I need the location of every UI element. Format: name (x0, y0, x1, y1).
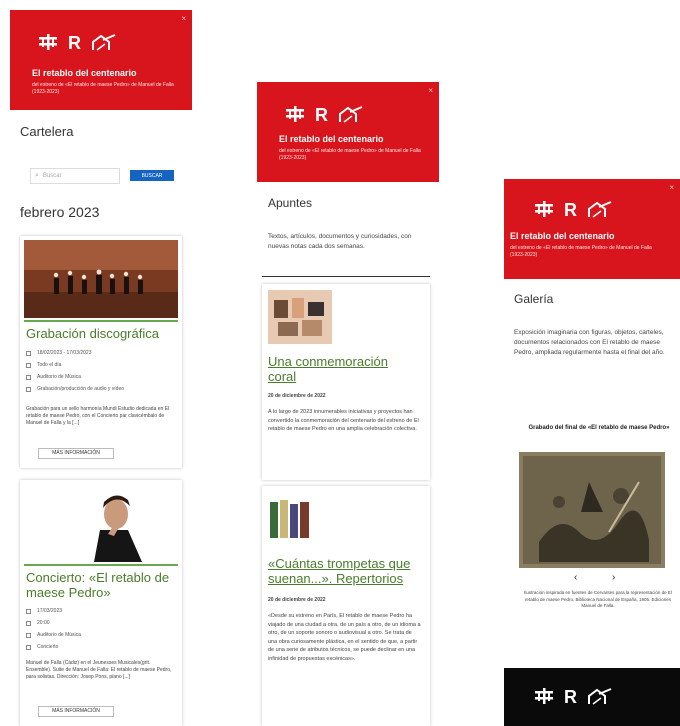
event-card[interactable]: Grabación discográfica 18/02/2023 - 17/0… (20, 236, 182, 468)
meta-time: Todo el día (26, 362, 61, 368)
orchestra-photo (24, 240, 178, 318)
meta-text: Grabación/producción de audio y vídeo (37, 386, 125, 392)
location-icon (26, 374, 31, 380)
meta-text: 17/03/2023 (37, 608, 63, 614)
house-logo-icon (92, 34, 116, 51)
search-button[interactable]: BUSCAR (130, 170, 174, 181)
article-body: «Desde su estreno en París, El retablo d… (268, 613, 421, 662)
green-rule (24, 564, 178, 566)
clock-icon (26, 362, 31, 368)
article-thumbnail (270, 500, 309, 538)
calendar-icon (26, 608, 31, 614)
meta-text: Concierto (37, 644, 59, 650)
gallery-prev-icon[interactable]: ‹ (574, 572, 577, 583)
meta-time: 20:00 (26, 620, 50, 626)
figure-title: Grabado del final de «El retablo de maes… (528, 425, 670, 431)
house-logo-icon (339, 106, 363, 123)
apuntes-heading: Apuntes (268, 196, 313, 210)
banner-title: El retablo del centenario (279, 134, 384, 144)
calendar-icon (26, 350, 31, 356)
galeria-intro: Exposición imaginaria con figuras, objet… (514, 329, 665, 356)
banner-subtitle: del estreno de «El retablo de maese Pedr… (279, 148, 421, 161)
institution-logo-icon (535, 201, 553, 217)
institution-logo-icon (39, 34, 57, 50)
banner-logos: R (285, 104, 364, 124)
card-title[interactable]: Concierto: «El retablo de maese Pedro» (26, 570, 176, 600)
more-info-button[interactable]: MÁS INFORMACIÓN (38, 448, 114, 459)
engraving-image[interactable] (519, 452, 665, 568)
meta-text: 20:00 (37, 620, 50, 626)
card-description: Manuel de Falla (Cádiz) en el Jeunesses … (26, 660, 172, 680)
banner-subtitle: del estreno de «El retablo de maese Pedr… (32, 82, 174, 95)
logo-letter: R (68, 33, 81, 53)
meta-text: Auditorio de Música (37, 632, 81, 638)
article-title[interactable]: Una conmemoración coral (268, 354, 408, 384)
article-card[interactable]: «Cuántas trompetas que suenan...». Reper… (262, 486, 430, 726)
meta-venue: Auditorio de Música (26, 374, 81, 380)
footer-logos: R (534, 686, 613, 706)
banner-subtitle: del estreno de «El retablo de maese Pedr… (510, 245, 652, 258)
article-date: 20 de diciembre de 2022 (268, 393, 326, 399)
logo-letter: R (564, 687, 577, 707)
cartelera-heading: Cartelera (20, 124, 74, 139)
card-title[interactable]: Grabación discográfica (26, 326, 176, 341)
banner-close-icon[interactable]: × (181, 14, 186, 23)
apuntes-intro: Textos, artículos, documentos y curiosid… (268, 233, 412, 250)
meta-venue: Auditorio de Música (26, 632, 81, 638)
banner-close-icon[interactable]: × (428, 86, 433, 95)
figure-caption: Ilustración inspirada en fuentes de Cerv… (524, 590, 672, 608)
article-body: A lo largo de 2023 innumerables iniciati… (268, 409, 419, 432)
divider (262, 276, 430, 277)
article-date: 20 de diciembre de 2022 (268, 597, 326, 603)
house-logo-icon (588, 201, 612, 218)
logo-letter: R (315, 105, 328, 125)
article-title[interactable]: «Cuántas trompetas que suenan...». Reper… (268, 556, 424, 586)
search-input[interactable]: ⌕ Buscar (30, 168, 120, 184)
month-heading: febrero 2023 (20, 204, 100, 220)
banner-logos: R (38, 32, 117, 52)
article-thumbnail (268, 290, 332, 344)
event-card[interactable]: Concierto: «El retablo de maese Pedro» 1… (20, 480, 182, 726)
location-icon (26, 632, 31, 638)
banner-title: El retablo del centenario (32, 68, 137, 78)
meta-text: Auditorio de Música (37, 374, 81, 380)
card-description: Grabación para un sello harmonía Mundi E… (26, 406, 170, 426)
search-icon: ⌕ (35, 172, 39, 179)
meta-type: Grabación/producción de audio y vídeo (26, 386, 166, 392)
meta-text: Todo el día (37, 362, 62, 368)
institution-logo-icon (286, 106, 304, 122)
banner-galeria: R × El retablo del centenario del estren… (504, 179, 680, 279)
banner-logos: R (534, 199, 613, 219)
tag-icon (26, 386, 31, 392)
institution-logo-icon (535, 688, 553, 704)
meta-text: 18/02/2023 - 17/03/2023 (37, 350, 92, 356)
galeria-heading: Galería (514, 292, 554, 306)
search-placeholder: Buscar (42, 173, 62, 179)
banner-apuntes: R × El retablo del centenario del estren… (257, 82, 439, 182)
article-card[interactable]: Una conmemoración coral 20 de diciembre … (262, 284, 430, 480)
clock-icon (26, 620, 31, 626)
tag-icon (26, 644, 31, 650)
green-rule (24, 320, 178, 322)
house-logo-icon (588, 688, 612, 705)
performer-photo (24, 484, 178, 562)
meta-date: 17/03/2023 (26, 608, 62, 614)
banner-close-icon[interactable]: × (669, 183, 674, 192)
meta-date: 18/02/2023 - 17/03/2023 (26, 350, 92, 356)
gallery-next-icon[interactable]: › (612, 572, 615, 583)
meta-type: Concierto (26, 644, 58, 650)
banner-title: El retablo del centenario (510, 231, 615, 241)
more-info-button[interactable]: MÁS INFORMACIÓN (38, 706, 114, 717)
logo-letter: R (564, 200, 577, 220)
banner-cartelera: R × El retablo del centenario del estren… (10, 10, 192, 110)
footer-dark: R (504, 668, 680, 726)
